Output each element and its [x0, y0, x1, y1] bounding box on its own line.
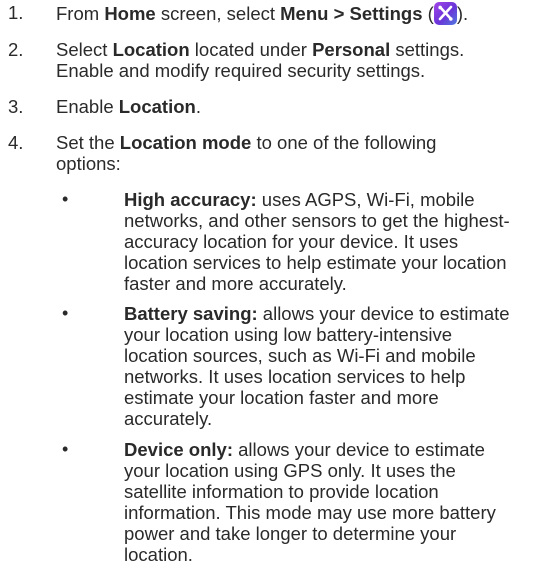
step-text: Enable Location. — [56, 96, 556, 117]
bullet: • — [62, 303, 69, 323]
bold-location: Location — [112, 39, 190, 60]
bold-menu-settings: Menu > Settings — [280, 3, 423, 24]
step-number: 4. — [8, 132, 24, 153]
text-segment: Enable and modify required security sett… — [56, 60, 426, 81]
text-segment: satellite information to provide locatio… — [124, 481, 439, 502]
text-segment: . — [195, 96, 201, 117]
option-text: Device only: allows your device to estim… — [124, 439, 552, 565]
instructions-document: 1. From Home screen, select Menu > Setti… — [0, 0, 557, 570]
option-title: Battery saving: — [124, 303, 258, 324]
step-number: 3. — [8, 96, 24, 117]
text-segment: your location using GPS only. It uses th… — [124, 460, 456, 481]
text-segment: screen, select — [155, 3, 281, 24]
step-text: Select Location located under Personal s… — [56, 39, 556, 81]
text-segment: located under — [189, 39, 313, 60]
bullet: • — [62, 439, 69, 459]
bold-home: Home — [104, 3, 156, 24]
text-segment: location services to help estimate your … — [124, 252, 507, 273]
step-text: From Home screen, select Menu > Settings… — [56, 2, 556, 25]
text-segment: ). — [456, 3, 469, 24]
text-segment: estimate your location faster and more — [124, 387, 439, 408]
option-title: High accuracy: — [124, 189, 257, 210]
step-text: Set the Location mode to one of the foll… — [56, 132, 556, 174]
text-segment: faster and more accurately. — [124, 273, 347, 294]
text-segment: accuracy location for your device. It us… — [124, 231, 459, 252]
text-segment: Select — [56, 39, 113, 60]
text-segment: information. This mode may use more batt… — [124, 502, 496, 523]
bullet: • — [62, 189, 69, 209]
step-number: 2. — [8, 39, 24, 60]
text-segment: location sources, such as Wi-Fi and mobi… — [124, 345, 476, 366]
option-text: High accuracy: uses AGPS, Wi-Fi, mobile n… — [124, 189, 552, 294]
bold-location-mode: Location mode — [119, 132, 252, 153]
bold-personal: Personal — [312, 39, 391, 60]
text-segment: to one of the following — [251, 132, 437, 153]
bold-location: Location — [118, 96, 196, 117]
option-title: Device only: — [124, 439, 233, 460]
text-segment: settings. — [390, 39, 465, 60]
text-segment: your location using low battery-intensiv… — [124, 324, 453, 345]
text-segment: ( — [422, 3, 434, 24]
option-text: Battery saving: allows your device to es… — [124, 303, 552, 429]
text-segment: location. — [124, 544, 193, 565]
text-segment: uses AGPS, Wi-Fi, mobile — [256, 189, 475, 210]
text-segment: power and take longer to determine your — [124, 523, 457, 544]
text-segment: Enable — [56, 96, 119, 117]
text-segment: Set the — [56, 132, 120, 153]
text-segment: networks, and other sensors to get the h… — [124, 210, 510, 231]
text-segment: options: — [56, 153, 121, 174]
text-segment: allows your device to estimate — [257, 303, 510, 324]
text-segment: From — [56, 3, 105, 24]
text-segment: accurately. — [124, 408, 213, 429]
settings-icon — [433, 2, 457, 25]
text-segment: networks. It uses location services to h… — [124, 366, 466, 387]
text-segment: allows your device to estimate — [233, 439, 485, 460]
step-number: 1. — [8, 2, 24, 23]
